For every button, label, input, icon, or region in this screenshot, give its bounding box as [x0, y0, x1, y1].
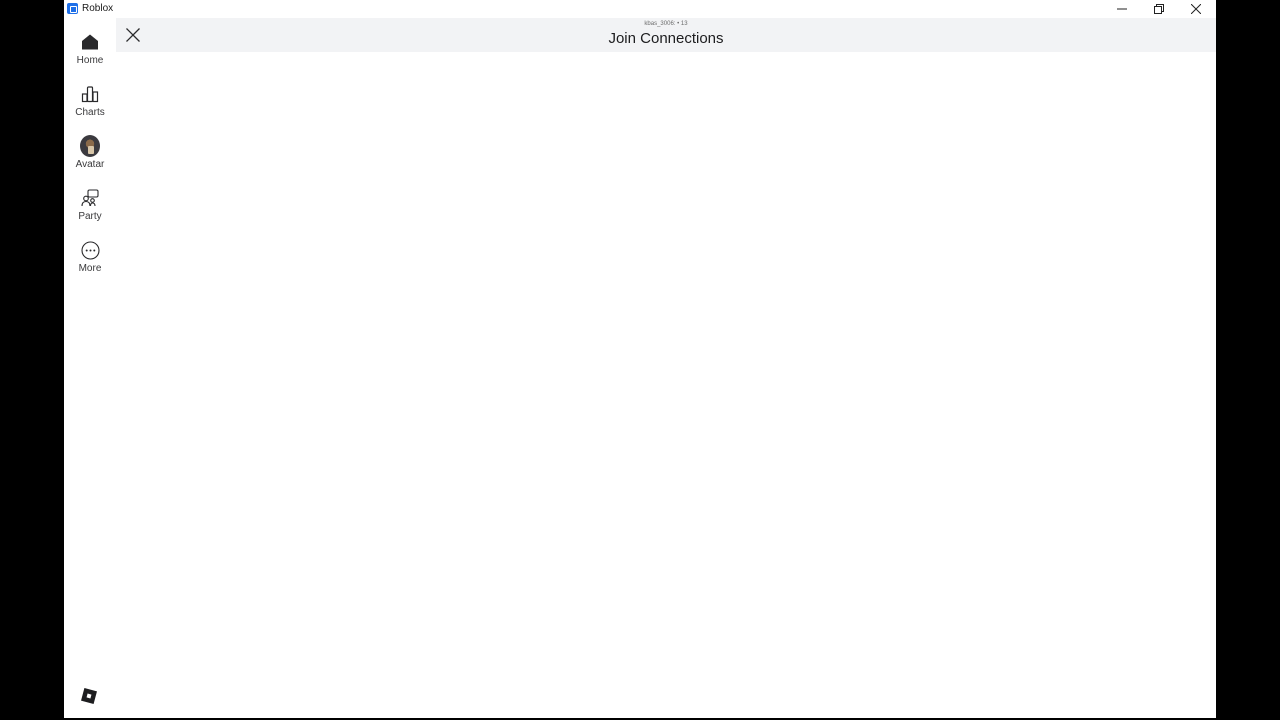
- sidebar-item-avatar[interactable]: Avatar: [64, 124, 116, 172]
- home-icon: [80, 32, 100, 52]
- sidebar-nav: Home Charts Avatar Party More: [64, 18, 116, 718]
- restore-button[interactable]: [1141, 0, 1177, 18]
- restore-icon: [1154, 4, 1164, 14]
- sidebar-item-label: Home: [76, 55, 104, 66]
- close-icon: [1191, 4, 1201, 14]
- party-icon: [80, 188, 100, 208]
- more-icon: [80, 240, 100, 260]
- sidebar-item-label: Charts: [75, 107, 105, 118]
- sidebar-item-more[interactable]: More: [64, 228, 116, 276]
- window-title: Roblox: [82, 3, 114, 14]
- title-bar: Roblox: [64, 0, 1216, 18]
- sidebar-item-label: Party: [78, 211, 102, 222]
- connections-content: [116, 52, 1216, 718]
- minimize-icon: [1117, 8, 1127, 10]
- charts-icon: [80, 84, 100, 104]
- minimize-button[interactable]: [1104, 0, 1140, 18]
- page-header: kbas_3006: • 13 Join Connections: [116, 18, 1216, 52]
- sidebar-item-label: Avatar: [75, 159, 105, 170]
- roblox-app-icon: [67, 3, 78, 14]
- roblox-logo-icon[interactable]: [81, 688, 97, 704]
- sidebar-item-charts[interactable]: Charts: [64, 72, 116, 120]
- sidebar-item-label: More: [78, 263, 102, 274]
- sidebar-item-party[interactable]: Party: [64, 176, 116, 224]
- sidebar-item-home[interactable]: Home: [64, 20, 116, 68]
- roblox-window: Roblox Home Charts Avatar Party More kba…: [64, 0, 1216, 718]
- avatar-icon: [80, 135, 100, 157]
- page-title: Join Connections: [608, 30, 724, 47]
- avatar: [80, 135, 100, 157]
- window-close-button[interactable]: [1178, 0, 1214, 18]
- page-subtitle: kbas_3006: • 13: [644, 21, 688, 27]
